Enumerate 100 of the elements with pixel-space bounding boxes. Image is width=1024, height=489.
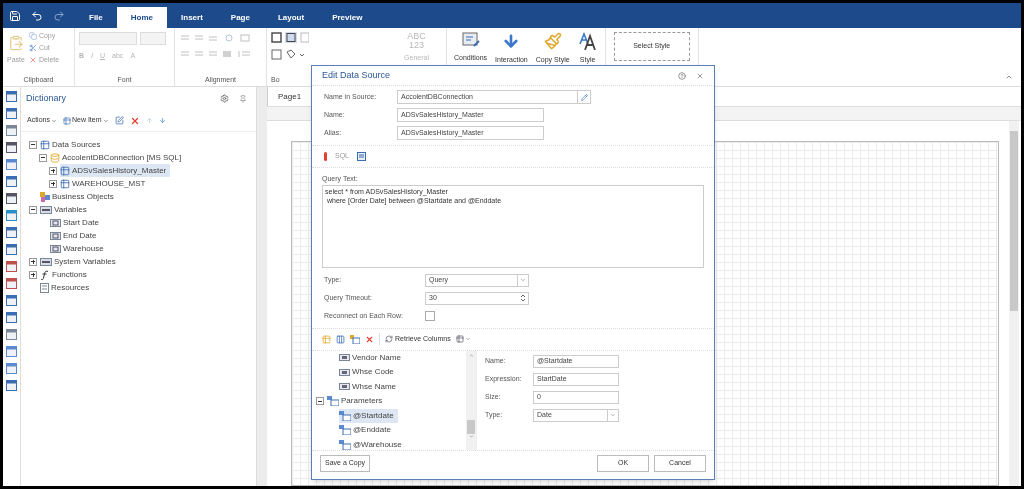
column-icon	[339, 354, 350, 362]
tree-item[interactable]: Resources	[40, 281, 94, 294]
tree-item[interactable]: Whse Name	[339, 379, 400, 394]
ribbon-tab[interactable]: Layout	[263, 7, 319, 28]
toolbox-icon[interactable]	[6, 278, 17, 289]
tree-item[interactable]: ADSvSalesHistory_Master	[60, 164, 171, 177]
table-icon	[40, 139, 50, 150]
scrollbar-thumb[interactable]	[1010, 131, 1018, 311]
expand-toggle[interactable]	[29, 270, 37, 279]
expand-toggle[interactable]	[49, 179, 57, 188]
tree-item[interactable]: @Warehouse	[339, 437, 406, 450]
add-parameter-icon[interactable]	[350, 334, 360, 344]
toolbox-icon[interactable]	[6, 346, 17, 357]
border-icons[interactable]	[271, 32, 309, 43]
add-column-icon[interactable]	[336, 334, 345, 344]
tree-item[interactable]: Vendor Name	[339, 350, 405, 365]
toolbox-icon[interactable]	[6, 380, 17, 391]
tree-item[interactable]: Variables	[40, 203, 91, 216]
scrollbar[interactable]	[1009, 121, 1019, 486]
tree-item[interactable]: AccolentDBConnection [MS SQL]	[50, 151, 186, 164]
ribbon-tab[interactable]: Page	[216, 7, 264, 28]
tree-item[interactable]: @Startdate	[339, 408, 398, 423]
toolbox-icon[interactable]	[6, 295, 17, 306]
toolbox-icon[interactable]	[6, 108, 17, 119]
delete-icon[interactable]	[129, 115, 140, 126]
parameter-icon	[339, 425, 351, 436]
caret-icon	[464, 336, 471, 342]
caret-icon	[520, 277, 526, 283]
scrollbar-thumb[interactable]	[467, 419, 475, 434]
tree-item[interactable]: Start Date	[50, 216, 103, 229]
tree-item[interactable]: Data Sources	[40, 138, 105, 151]
copy-icon	[28, 32, 37, 40]
cubes-icon	[40, 191, 50, 202]
ribbon-tab[interactable]: File	[75, 7, 117, 28]
toolbox-icon[interactable]	[6, 227, 17, 238]
table-icon	[455, 335, 464, 343]
more-menu[interactable]	[455, 335, 471, 343]
tree-item[interactable]: Whse Code	[339, 365, 398, 380]
tree-item[interactable]: System Variables	[40, 255, 120, 268]
toolbox-icon[interactable]	[6, 312, 17, 323]
panel-title: Dictionary	[26, 91, 66, 105]
toolbox-icon[interactable]	[6, 261, 17, 272]
toolbox-icon[interactable]	[6, 176, 17, 187]
delete-icon[interactable]	[365, 334, 374, 344]
checkbox[interactable]	[425, 311, 435, 321]
collapse-toggle[interactable]	[29, 205, 37, 214]
tree-item[interactable]: Warehouse	[50, 242, 108, 255]
scissors-icon	[28, 44, 37, 52]
collapse-toggle[interactable]	[316, 397, 324, 406]
format-preview: 123	[409, 41, 424, 50]
undo-icon[interactable]	[31, 9, 43, 22]
tree-item[interactable]: Parameters	[327, 394, 387, 409]
ribbon-tab[interactable]: Insert	[167, 7, 217, 28]
exclamation-icon[interactable]	[324, 152, 327, 161]
redo-icon[interactable]	[53, 9, 65, 22]
toolbox-icon[interactable]	[6, 142, 17, 153]
scrollbar[interactable]	[466, 350, 476, 450]
move-down-icon[interactable]	[158, 117, 166, 124]
paste-icon	[7, 35, 24, 51]
expand-toggle[interactable]	[49, 166, 57, 175]
tree-item[interactable]: WAREHOUSE_MST	[60, 177, 150, 190]
collapse-toggle[interactable]	[39, 153, 47, 162]
toolbox-icon[interactable]	[6, 244, 17, 255]
toolbox-icon[interactable]	[6, 193, 17, 204]
conditions-icon	[461, 32, 480, 48]
help-icon[interactable]	[678, 71, 686, 80]
edit-icon[interactable]	[114, 116, 124, 125]
delete-icon	[28, 56, 37, 64]
edit-icon[interactable]	[580, 93, 588, 101]
query-builder-icon[interactable]	[357, 152, 366, 161]
expand-toggle[interactable]	[29, 257, 37, 266]
document-icon	[40, 282, 49, 293]
tree-item[interactable]: @Enddate	[339, 423, 395, 438]
toolbox-icon[interactable]	[6, 329, 17, 340]
parameter-icon	[339, 439, 351, 450]
add-table-icon[interactable]	[322, 334, 331, 344]
tree-item[interactable]: Business Objects	[40, 190, 118, 203]
ribbon-tab[interactable]: Home	[116, 7, 167, 28]
variable-icon	[40, 257, 52, 266]
spinner-arrows-icon[interactable]	[520, 293, 526, 303]
tree-item[interactable]: End Date	[50, 229, 101, 242]
variable-icon	[50, 231, 61, 240]
toolbox-icon[interactable]	[6, 210, 17, 221]
collapse-ribbon-icon[interactable]	[1005, 73, 1013, 81]
settings-icon[interactable]	[220, 94, 229, 103]
close-icon[interactable]	[696, 71, 704, 80]
caret-icon	[610, 412, 616, 418]
toolbox-icon[interactable]	[6, 91, 17, 102]
variable-icon	[40, 205, 52, 214]
save-icon[interactable]	[9, 9, 21, 22]
ribbon-tab[interactable]: Preview	[318, 7, 377, 28]
toolbox-icon[interactable]	[6, 159, 17, 170]
toolbox-icon[interactable]	[6, 125, 17, 136]
table-icon	[60, 165, 70, 176]
variable-icon	[50, 218, 61, 227]
collapse-toggle[interactable]	[29, 140, 37, 149]
variable-icon	[50, 244, 61, 253]
toolbox-icon[interactable]	[6, 363, 17, 374]
tree-item[interactable]: Functions	[40, 268, 91, 281]
pin-icon[interactable]	[239, 94, 247, 103]
